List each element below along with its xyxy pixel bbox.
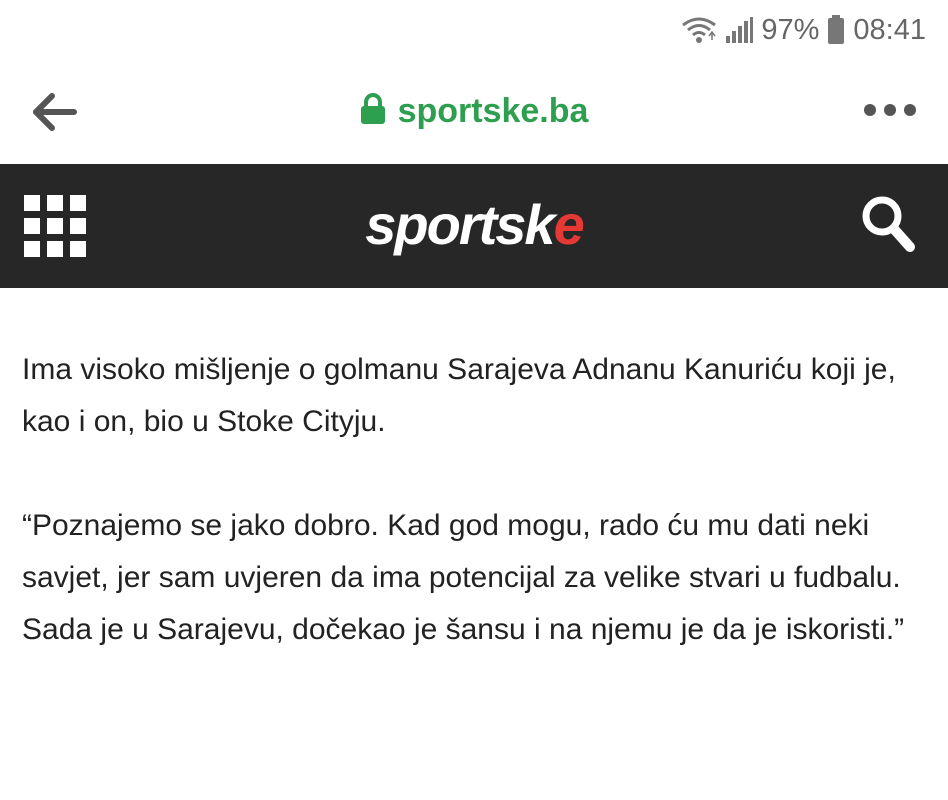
- more-dots-icon: [864, 104, 916, 116]
- battery-percent: 97%: [761, 13, 820, 46]
- site-header: sportske: [0, 164, 948, 288]
- article-paragraph: Ima visoko mišljenje o golmanu Sarajeva …: [22, 353, 896, 438]
- address-bar[interactable]: sportske.ba: [0, 86, 948, 136]
- article-body: Ima visoko mišljenje o golmanu Sarajeva …: [22, 344, 922, 708]
- logo-text: sportsk: [365, 193, 555, 256]
- browser-toolbar: sportske.ba: [0, 62, 948, 164]
- lock-icon: [360, 92, 386, 130]
- more-menu-button[interactable]: [862, 98, 918, 122]
- site-logo[interactable]: sportske: [0, 192, 948, 257]
- signal-icon: [725, 16, 754, 44]
- search-button[interactable]: [860, 192, 916, 256]
- url-text: sportske.ba: [397, 91, 589, 130]
- clock: 08:41: [853, 13, 926, 46]
- status-indicators: 97% 08:41: [681, 10, 926, 50]
- status-bar: 97% 08:41: [0, 0, 948, 62]
- wifi-icon: [681, 16, 717, 44]
- logo-accent: e: [553, 193, 585, 256]
- battery-icon: [827, 15, 845, 45]
- search-icon: [862, 196, 915, 252]
- article-quote-paragraph: “Poznajemo se jako dobro. Kad god mogu, …: [22, 509, 905, 646]
